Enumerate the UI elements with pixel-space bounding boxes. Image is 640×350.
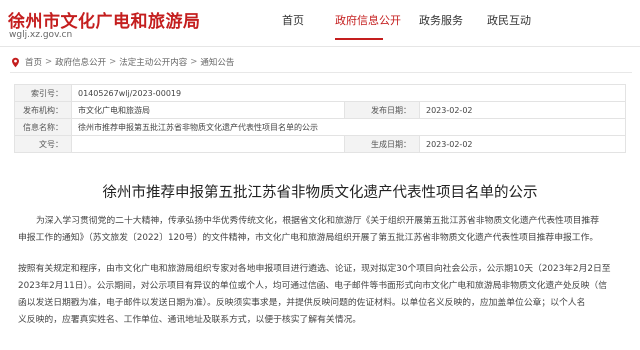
publish-date-value: 2023-02-02: [419, 101, 626, 119]
meta-row: 索引号： 01405267wlj/2023-00019: [14, 84, 626, 102]
breadcrumb-gov-info[interactable]: 政府信息公开: [55, 56, 106, 68]
info-name-value: 徐州市推荐申报第五批江苏省非物质文化遗产代表性项目名单的公示: [71, 118, 626, 136]
nav-gov-services[interactable]: 政务服务: [419, 12, 463, 28]
breadcrumb-separator: >: [190, 57, 198, 67]
paragraph-line: 为深入学习贯彻党的二十大精神，传承弘扬中华优秀传统文化，根据省文化和旅游厅《关于…: [36, 216, 600, 226]
breadcrumb-statutory-content[interactable]: 法定主动公开内容: [119, 56, 187, 68]
article-title: 徐州市推荐申报第五批江苏省非物质文化遗产代表性项目名单的公示: [102, 185, 538, 201]
generate-date-value: 2023-02-02: [419, 135, 626, 153]
site-header: 徐州市文化广电和旅游局 wglj.xz.gov.cn 首页 政府信息公开 政务服…: [0, 0, 640, 47]
breadcrumb-separator: >: [45, 57, 53, 67]
paragraph-line: 按照有关规定和程序，由市文化广电和旅游局组织专家对各地申报项目进行遴选、论证，现…: [18, 264, 611, 274]
info-name-label: 信息名称：: [14, 118, 72, 136]
paragraph-line: 2023年2月11日）。公示期间，对公示项目有异议的单位或个人，均可通过信函、电…: [18, 281, 607, 291]
article-paragraph-2: 按照有关规定和程序，由市文化广电和旅游局组织专家对各地申报项目进行遴选、论证，现…: [18, 261, 622, 329]
paragraph-line: 函以发送日期戳为准，电子邮件以发送日期为准）。反映须实事求是，并提供反映问题的佐…: [18, 298, 586, 308]
paragraph-line: 义反映的，应署真实姓名、工作单位、通讯地址及联系方式，以便于核实了解有关情况。: [18, 315, 362, 325]
breadcrumb: 首页 > 政府信息公开 > 法定主动公开内容 > 通知公告: [10, 55, 234, 69]
breadcrumb-divider: [10, 72, 632, 73]
nav-active-indicator: [335, 38, 383, 40]
index-value: 01405267wlj/2023-00019: [71, 84, 626, 102]
publisher-label: 发布机构：: [14, 101, 72, 119]
site-url: wglj.xz.gov.cn: [9, 30, 73, 40]
nav-gov-info-disclosure[interactable]: 政府信息公开: [335, 12, 401, 28]
generate-date-label: 生成日期：: [344, 135, 420, 153]
paragraph-line: 申报工作的通知》（苏文旅发〔2022〕120号）的文件精神，市文化广电和旅游局组…: [18, 233, 599, 243]
meta-row: 发布机构： 市文化广电和旅游局 发布日期： 2023-02-02: [14, 101, 626, 119]
breadcrumb-separator: >: [109, 57, 117, 67]
location-pin-icon: [12, 57, 19, 67]
breadcrumb-notices[interactable]: 通知公告: [200, 56, 234, 68]
breadcrumb-home[interactable]: 首页: [25, 56, 42, 68]
nav-home[interactable]: 首页: [282, 12, 304, 28]
index-label: 索引号：: [14, 84, 72, 102]
publish-date-label: 发布日期：: [344, 101, 420, 119]
nav-public-interaction[interactable]: 政民互动: [487, 12, 531, 28]
site-title[interactable]: 徐州市文化广电和旅游局: [8, 7, 201, 32]
doc-number-label: 文号：: [14, 135, 72, 153]
doc-number-value: [71, 135, 345, 153]
article-paragraph-1: 为深入学习贯彻党的二十大精神，传承弘扬中华优秀传统文化，根据省文化和旅游厅《关于…: [18, 213, 622, 247]
meta-row: 文号： 生成日期： 2023-02-02: [14, 135, 626, 153]
document-meta-table: 索引号： 01405267wlj/2023-00019 发布机构： 市文化广电和…: [14, 84, 626, 153]
publisher-value: 市文化广电和旅游局: [71, 101, 345, 119]
meta-row: 信息名称： 徐州市推荐申报第五批江苏省非物质文化遗产代表性项目名单的公示: [14, 118, 626, 136]
